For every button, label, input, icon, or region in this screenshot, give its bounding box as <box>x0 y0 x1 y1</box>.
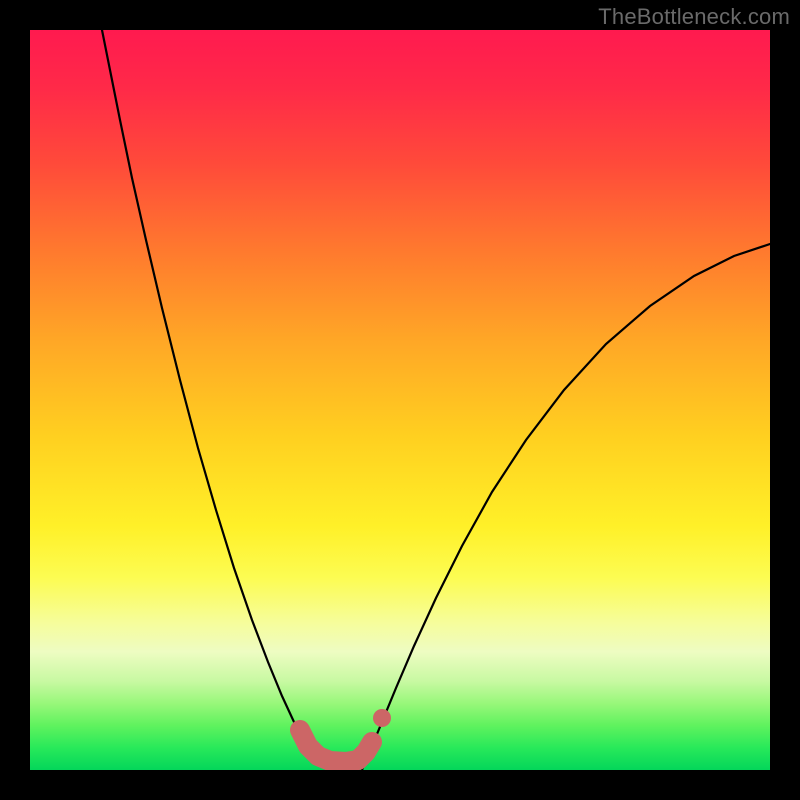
optimal-zone-marker <box>300 730 372 762</box>
curves-layer <box>30 30 770 770</box>
watermark-text: TheBottleneck.com <box>598 4 790 30</box>
left-bottleneck-curve <box>102 30 328 770</box>
optimal-zone-dot <box>373 709 391 727</box>
plot-area <box>30 30 770 770</box>
right-bottleneck-curve <box>362 244 770 770</box>
chart-frame: TheBottleneck.com <box>0 0 800 800</box>
